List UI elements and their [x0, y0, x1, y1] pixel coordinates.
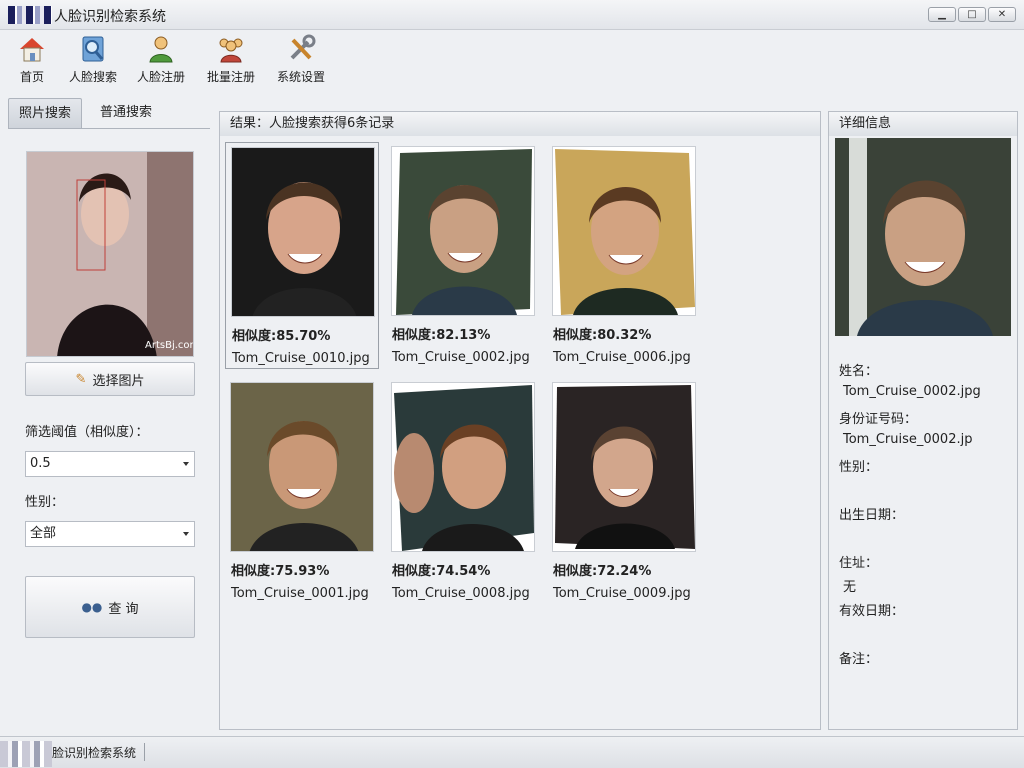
status-separator	[144, 743, 145, 761]
result-thumbnail	[231, 147, 375, 317]
app-logo	[8, 6, 52, 24]
threshold-value: 0.5	[30, 456, 51, 471]
result-filename: Tom_Cruise_0009.jpg	[553, 586, 691, 601]
result-card[interactable]: 相似度:82.13% Tom_Cruise_0002.jpg	[386, 142, 540, 369]
query-button[interactable]: ●● 查 询	[25, 576, 195, 638]
result-filename: Tom_Cruise_0002.jpg	[392, 350, 530, 365]
result-thumbnail	[552, 382, 696, 552]
result-card[interactable]: 相似度:75.93% Tom_Cruise_0001.jpg	[225, 378, 379, 605]
result-card[interactable]: 相似度:80.32% Tom_Cruise_0006.jpg	[547, 142, 701, 369]
toolbar-home[interactable]: 首页	[14, 34, 50, 90]
chevron-down-icon	[183, 532, 189, 536]
result-card[interactable]: 相似度:85.70% Tom_Cruise_0010.jpg	[225, 142, 379, 369]
result-similarity: 相似度:85.70%	[232, 329, 331, 344]
detail-name-value: Tom_Cruise_0002.jpg	[843, 384, 981, 399]
detail-address-label: 住址：	[839, 556, 879, 571]
minimize-icon: ▁	[938, 9, 946, 20]
maximize-icon: □	[967, 9, 977, 20]
status-logo	[0, 741, 52, 767]
select-image-label: 选择图片	[92, 373, 145, 389]
select-image-button[interactable]: ✎ 选择图片	[25, 362, 195, 396]
binoculars-icon: ●●	[81, 600, 103, 614]
detail-gender-label: 性别：	[839, 460, 879, 475]
face-search-icon	[82, 36, 104, 62]
threshold-select[interactable]: 0.5	[25, 451, 195, 477]
details-panel: 详细信息 姓名： Tom_Cruise_0002.jpg 身份证号码： Tom_…	[828, 111, 1018, 730]
detail-id-label: 身份证号码：	[839, 412, 918, 427]
result-card[interactable]: 相似度:74.54% Tom_Cruise_0008.jpg	[386, 378, 540, 605]
close-button[interactable]: ✕	[988, 7, 1016, 22]
select-image-icon: ✎	[75, 371, 87, 387]
toolbar-batch-register[interactable]: 批量注册	[204, 34, 258, 90]
detail-photo	[835, 138, 1011, 336]
toolbar-face-register-label: 人脸注册	[136, 70, 185, 84]
query-photo: ArtsBj.com	[26, 151, 194, 357]
window-title: 人脸识别检索系统	[54, 9, 166, 25]
detail-valid-label: 有效日期：	[839, 604, 905, 619]
details-header: 详细信息	[829, 112, 1017, 136]
result-filename: Tom_Cruise_0008.jpg	[392, 586, 530, 601]
search-tabs: 照片搜索 普通搜索	[8, 98, 208, 128]
results-panel: 结果：人脸搜索获得6条记录 相似度:85.70% Tom_Cruise_0010…	[219, 111, 821, 730]
detail-name-label: 姓名：	[839, 364, 879, 379]
tab-photo-search[interactable]: 照片搜索	[8, 98, 83, 128]
group-register-icon	[219, 38, 243, 63]
result-similarity: 相似度:75.93%	[231, 564, 330, 579]
toolbar: 首页 人脸搜索 人脸注册 批量注册 系统设置	[0, 30, 1024, 92]
toolbar-face-register[interactable]: 人脸注册	[134, 34, 188, 90]
gender-value: 全部	[30, 526, 57, 541]
detail-id-value: Tom_Cruise_0002.jp	[843, 432, 973, 447]
result-similarity: 相似度:72.24%	[553, 564, 652, 579]
status-text: 脸识别检索系统	[52, 746, 137, 760]
results-header: 结果：人脸搜索获得6条记录	[220, 112, 820, 136]
tools-icon	[290, 34, 316, 60]
gender-label: 性别：	[25, 495, 65, 510]
result-similarity: 相似度:80.32%	[553, 328, 652, 343]
toolbar-face-search[interactable]: 人脸搜索	[66, 34, 120, 90]
toolbar-settings-label: 系统设置	[276, 70, 325, 84]
status-bar: 脸识别检索系统	[0, 736, 1024, 768]
result-thumbnail	[391, 382, 535, 552]
result-thumbnail	[391, 146, 535, 316]
home-icon	[20, 38, 44, 62]
chevron-down-icon	[183, 462, 189, 466]
toolbar-face-search-label: 人脸搜索	[68, 70, 117, 84]
close-icon: ✕	[997, 9, 1007, 20]
tab-normal-search[interactable]: 普通搜索	[90, 98, 162, 128]
toolbar-batch-register-label: 批量注册	[206, 70, 255, 84]
result-filename: Tom_Cruise_0001.jpg	[231, 586, 369, 601]
toolbar-home-label: 首页	[19, 70, 44, 84]
result-card[interactable]: 相似度:72.24% Tom_Cruise_0009.jpg	[547, 378, 701, 605]
gender-select[interactable]: 全部	[25, 521, 195, 547]
result-similarity: 相似度:82.13%	[392, 328, 491, 343]
minimize-button[interactable]: ▁	[928, 7, 956, 22]
result-thumbnail	[552, 146, 696, 316]
title-bar: 人脸识别检索系统 ▁ □ ✕	[0, 0, 1024, 30]
result-filename: Tom_Cruise_0006.jpg	[553, 350, 691, 365]
toolbar-settings[interactable]: 系统设置	[274, 34, 328, 90]
threshold-label: 筛选阈值（相似度）：	[25, 425, 149, 440]
photo-search-panel: ArtsBj.com ✎ 选择图片 筛选阈值（相似度）： 0.5 性别： 全部 …	[8, 128, 210, 728]
detail-birth-label: 出生日期：	[839, 508, 905, 523]
query-photo-image: ArtsBj.com	[27, 152, 194, 356]
result-thumbnail	[230, 382, 374, 552]
detail-remark-label: 备注：	[839, 652, 879, 667]
result-filename: Tom_Cruise_0010.jpg	[232, 351, 370, 366]
detail-address-value: 无	[843, 580, 857, 595]
person-register-icon	[149, 36, 173, 63]
photo-watermark: ArtsBj.com	[145, 340, 194, 351]
query-button-label: 查 询	[108, 601, 139, 617]
result-similarity: 相似度:74.54%	[392, 564, 491, 579]
maximize-button[interactable]: □	[958, 7, 986, 22]
